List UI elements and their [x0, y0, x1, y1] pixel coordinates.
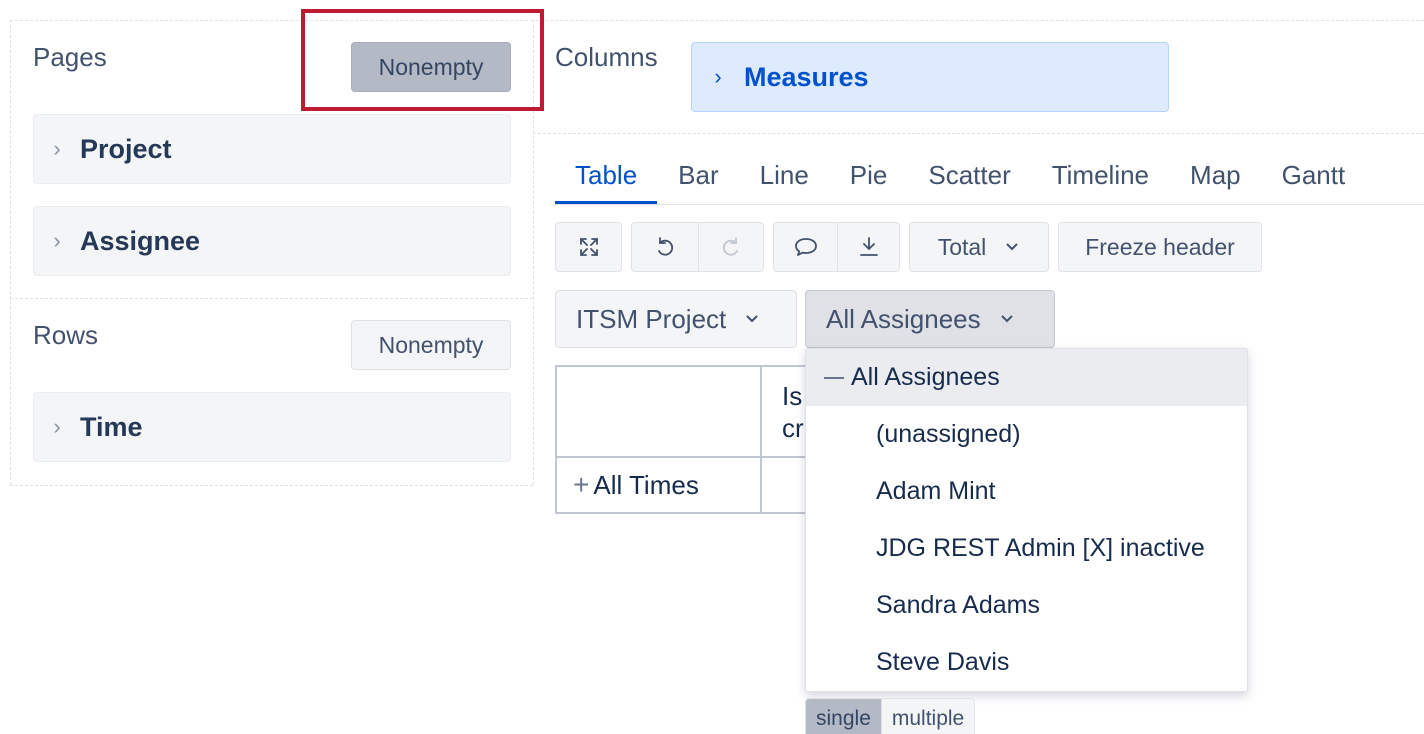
columns-dimension-measures[interactable]: › Measures: [691, 42, 1169, 112]
dropdown-item[interactable]: JDG REST Admin [X] inactive: [806, 520, 1247, 577]
chevron-right-icon: ›: [53, 228, 61, 253]
dropdown-item[interactable]: Steve Davis: [806, 634, 1247, 691]
selection-mode-toggle: single multiple: [805, 698, 976, 734]
columns-title: Columns: [555, 42, 658, 72]
tab-scatter[interactable]: Scatter: [908, 150, 1030, 204]
chevron-down-icon: [1000, 315, 1013, 323]
nonempty-highlight-box: [301, 9, 544, 111]
pages-title: Pages: [33, 42, 107, 72]
dropdown-item[interactable]: Adam Mint: [806, 463, 1247, 520]
project-filter-value: ITSM Project: [576, 303, 727, 334]
comment-button[interactable]: [774, 223, 837, 271]
download-icon: [859, 237, 878, 256]
chart-type-tabs: Table Bar Line Pie Scatter Timeline Map …: [555, 150, 1366, 204]
rows-title: Rows: [33, 320, 99, 350]
tab-gantt[interactable]: Gantt: [1262, 150, 1366, 204]
chevron-down-icon: [746, 315, 758, 323]
freeze-header-group: Freeze header: [1058, 222, 1262, 272]
dimension-label: Time: [80, 411, 143, 442]
export-button[interactable]: [837, 223, 899, 271]
freeze-header-button[interactable]: Freeze header: [1059, 223, 1261, 271]
redo-icon: [722, 237, 738, 256]
total-dropdown[interactable]: Total: [910, 223, 1048, 271]
pages-dimension-project[interactable]: › Project: [33, 114, 511, 184]
tab-line[interactable]: Line: [740, 150, 829, 204]
rows-dimension-time[interactable]: › Time: [33, 392, 511, 462]
undo-icon: [657, 237, 673, 256]
dropdown-item-all-assignees[interactable]: All Assignees: [806, 349, 1247, 406]
dimension-label: Assignee: [80, 225, 201, 256]
pages-dimension-assignee[interactable]: › Assignee: [33, 206, 511, 276]
dropdown-item-label: All Assignees: [851, 363, 1000, 391]
chevron-right-icon: ›: [53, 136, 61, 161]
single-mode-button[interactable]: single: [806, 699, 881, 734]
multiple-mode-button[interactable]: multiple: [880, 699, 975, 734]
comment-export-group: [773, 222, 900, 272]
dimension-label: Measures: [744, 61, 869, 92]
row-header-label: All Times: [593, 470, 699, 500]
undo-redo-group: [631, 222, 764, 272]
comment-icon: [794, 238, 817, 256]
chevron-right-icon: ›: [714, 64, 722, 89]
assignee-dropdown-menu: All Assignees (unassigned) Adam Mint JDG…: [805, 348, 1248, 692]
project-filter-select[interactable]: ITSM Project: [555, 290, 797, 348]
fullscreen-button[interactable]: [556, 223, 621, 271]
total-label: Total: [937, 233, 987, 260]
expand-plus-icon[interactable]: +: [573, 469, 589, 500]
tabs-divider: [555, 204, 1424, 205]
assignee-filter-value: All Assignees: [826, 303, 981, 334]
total-dropdown-group: Total: [909, 222, 1049, 272]
collapse-minus-icon[interactable]: [824, 376, 844, 379]
dimension-label: Project: [80, 133, 172, 164]
dropdown-item[interactable]: Sandra Adams: [806, 577, 1247, 634]
fullscreen-group: [555, 222, 622, 272]
table-corner-cell: [555, 365, 762, 458]
chevron-right-icon: ›: [53, 414, 61, 439]
tab-map[interactable]: Map: [1170, 150, 1261, 204]
tab-bar[interactable]: Bar: [658, 150, 738, 204]
tab-table[interactable]: Table: [555, 150, 658, 204]
redo-button[interactable]: [697, 223, 764, 271]
expand-icon: [579, 238, 598, 256]
table-row-header[interactable]: + All Times: [555, 456, 762, 514]
chevron-down-icon: [1006, 243, 1019, 251]
undo-button[interactable]: [632, 223, 698, 271]
tab-timeline[interactable]: Timeline: [1032, 150, 1169, 204]
assignee-filter-select[interactable]: All Assignees: [805, 290, 1055, 348]
tab-pie[interactable]: Pie: [830, 150, 908, 204]
dropdown-item[interactable]: (unassigned): [806, 406, 1247, 463]
rows-nonempty-button[interactable]: Nonempty: [351, 320, 511, 370]
